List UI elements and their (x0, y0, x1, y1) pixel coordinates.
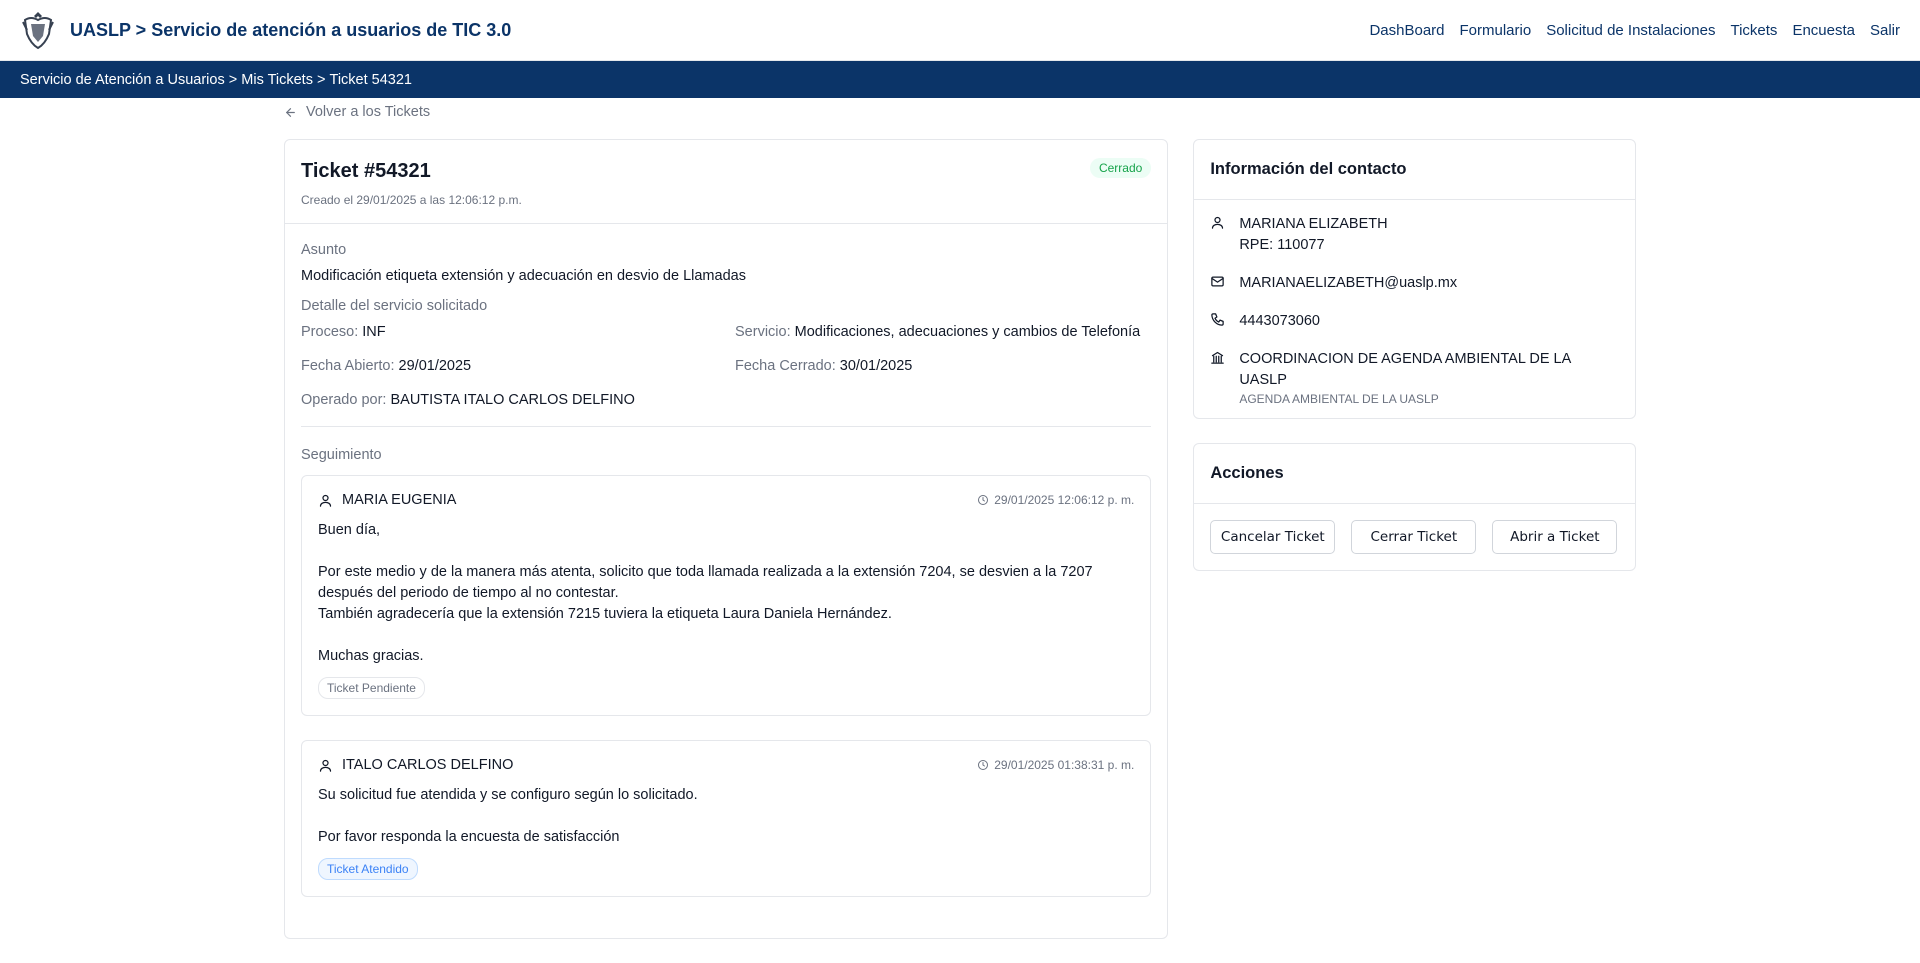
detalle-grid: Proceso: INF Servicio: Modificaciones, a… (301, 324, 1151, 374)
contact-name-row: MARIANA ELIZABETH RPE: 110077 (1210, 214, 1619, 256)
contact-email-row: MARIANAELIZABETH@uaslp.mx (1210, 273, 1619, 294)
asunto-section: Asunto Modificación etiqueta extensión y… (301, 242, 1151, 284)
followup-header: MARIA EUGENIA 29/01/2025 12:06:12 p. m. (318, 492, 1134, 508)
open-ticket-button[interactable]: Abrir a Ticket (1492, 520, 1618, 554)
fecha-abierto-value: 29/01/2025 (398, 358, 472, 374)
nav-formulario[interactable]: Formulario (1460, 22, 1532, 39)
fecha-abierto-field: Fecha Abierto: 29/01/2025 (301, 358, 735, 374)
detalle-section: Detalle del servicio solicitado Proceso:… (301, 298, 1151, 408)
followup-author: MARIA EUGENIA (318, 492, 456, 508)
followup-header: ITALO CARLOS DELFINO 29/01/2025 01:38:31… (318, 757, 1134, 773)
followup-item: MARIA EUGENIA 29/01/2025 12:06:12 p. m. … (301, 475, 1152, 716)
clock-icon (977, 494, 989, 506)
contact-department-sub: AGENDA AMBIENTAL DE LA UASLP (1239, 392, 1439, 406)
operado-field: Operado por: BAUTISTA ITALO CARLOS DELFI… (301, 392, 1151, 408)
contact-email[interactable]: MARIANAELIZABETH@uaslp.mx (1239, 273, 1457, 294)
user-icon (1210, 215, 1226, 231)
asunto-label: Asunto (301, 242, 347, 258)
ticket-header: Ticket #54321 Creado el 29/01/2025 a las… (285, 140, 1168, 224)
fecha-cerrado-label: Fecha Cerrado: (735, 358, 836, 374)
fecha-cerrado-field: Fecha Cerrado: 30/01/2025 (735, 358, 1151, 374)
breadcrumb-separator: > (224, 71, 242, 88)
followup-author: ITALO CARLOS DELFINO (318, 757, 513, 773)
contact-department: COORDINACION DE AGENDA AMBIENTAL DE LA U… (1239, 351, 1571, 388)
nav-dashboard[interactable]: DashBoard (1369, 22, 1444, 39)
actions-body: Cancelar Ticket Cerrar Ticket Abrir a Ti… (1194, 504, 1635, 570)
proceso-label: Proceso: (301, 324, 359, 340)
ticket-title: Ticket #54321 (301, 160, 431, 182)
proceso-value: INF (362, 324, 386, 340)
actions-card: Acciones Cancelar Ticket Cerrar Ticket A… (1193, 443, 1636, 571)
servicio-value: Modificaciones, adecuaciones y cambios d… (794, 324, 1141, 340)
contact-card: Información del contacto MARIANA ELIZABE… (1193, 139, 1636, 419)
contact-department-row: COORDINACION DE AGENDA AMBIENTAL DE LA U… (1210, 349, 1619, 406)
followup-time: 29/01/2025 12:06:12 p. m. (977, 493, 1134, 507)
contact-body: MARIANA ELIZABETH RPE: 110077 MARIANAELI… (1194, 200, 1635, 418)
followup-author-name: MARIA EUGENIA (342, 492, 457, 508)
operado-value: BAUTISTA ITALO CARLOS DELFINO (390, 392, 635, 408)
followup-time: 29/01/2025 01:38:31 p. m. (977, 758, 1134, 772)
top-nav: DashBoard Formulario Solicitud de Instal… (1369, 22, 1900, 39)
app-title: UASLP > Servicio de atención a usuarios … (70, 19, 512, 40)
uaslp-logo[interactable] (20, 9, 56, 51)
breadcrumb-item-servicio[interactable]: Servicio de Atención a Usuarios (20, 72, 225, 88)
user-icon (318, 758, 333, 773)
contact-rpe: RPE: 110077 (1239, 237, 1325, 253)
servicio-field: Servicio: Modificaciones, adecuaciones y… (735, 324, 1151, 340)
fecha-abierto-label: Fecha Abierto: (301, 358, 395, 374)
servicio-label: Servicio: (735, 324, 791, 340)
clock-icon (977, 759, 989, 771)
followup-author-name: ITALO CARLOS DELFINO (342, 757, 514, 773)
divider (301, 426, 1152, 427)
status-badge: Cerrado (1089, 158, 1152, 178)
breadcrumb-item-ticket: Ticket 54321 (329, 71, 412, 88)
brand: UASLP > Servicio de atención a usuarios … (20, 9, 511, 51)
nav-encuesta[interactable]: Encuesta (1792, 22, 1855, 39)
contact-phone[interactable]: 4443073060 (1239, 311, 1320, 332)
followup-status-chip: Ticket Atendido (318, 858, 418, 880)
breadcrumb-separator: > (312, 71, 330, 88)
phone-icon (1210, 312, 1226, 328)
followup-status-chip: Ticket Pendiente (318, 677, 425, 699)
ticket-body: Asunto Modificación etiqueta extensión y… (285, 224, 1167, 897)
followup-time-value: 29/01/2025 01:38:31 p. m. (994, 758, 1135, 772)
back-to-tickets-link[interactable]: Volver a los Tickets (284, 98, 430, 126)
back-link-label: Volver a los Tickets (306, 104, 431, 120)
seguimiento-label: Seguimiento (301, 447, 382, 463)
side-column: Información del contacto MARIANA ELIZABE… (1193, 139, 1636, 571)
ticket-created-date: Creado el 29/01/2025 a las 12:06:12 p.m. (301, 193, 522, 207)
main-content: Volver a los Tickets Ticket #54321 Cread… (284, 98, 1636, 939)
top-header: UASLP > Servicio de atención a usuarios … (0, 0, 1920, 61)
columns: Ticket #54321 Creado el 29/01/2025 a las… (284, 139, 1636, 939)
ticket-card: Ticket #54321 Creado el 29/01/2025 a las… (284, 139, 1169, 939)
nav-solicitud-instalaciones[interactable]: Solicitud de Instalaciones (1546, 22, 1715, 39)
followup-message: Buen día, Por este medio y de la manera … (318, 522, 1093, 664)
building-icon (1210, 350, 1226, 366)
breadcrumb-item-mis-tickets[interactable]: Mis Tickets (241, 72, 313, 88)
nav-tickets[interactable]: Tickets (1730, 22, 1777, 39)
operado-label: Operado por: (301, 392, 387, 408)
followup-time-value: 29/01/2025 12:06:12 p. m. (994, 493, 1135, 507)
asunto-value: Modificación etiqueta extensión y adecua… (301, 268, 746, 284)
breadcrumb: Servicio de Atención a Usuarios > Mis Ti… (0, 61, 1920, 98)
followup-item: ITALO CARLOS DELFINO 29/01/2025 01:38:31… (301, 740, 1152, 897)
arrow-left-icon (284, 106, 297, 119)
contact-name: MARIANA ELIZABETH (1239, 216, 1388, 232)
cancel-ticket-button[interactable]: Cancelar Ticket (1210, 520, 1336, 554)
user-icon (318, 493, 333, 508)
contact-title: Información del contacto (1194, 140, 1635, 200)
detalle-label: Detalle del servicio solicitado (301, 298, 488, 314)
close-ticket-button[interactable]: Cerrar Ticket (1351, 520, 1477, 554)
actions-title: Acciones (1194, 444, 1635, 504)
contact-phone-row: 4443073060 (1210, 311, 1619, 332)
nav-salir[interactable]: Salir (1870, 22, 1900, 39)
fecha-cerrado-value: 30/01/2025 (839, 358, 913, 374)
proceso-field: Proceso: INF (301, 324, 735, 340)
followup-message: Su solicitud fue atendida y se configuro… (318, 787, 698, 845)
mail-icon (1210, 274, 1226, 290)
